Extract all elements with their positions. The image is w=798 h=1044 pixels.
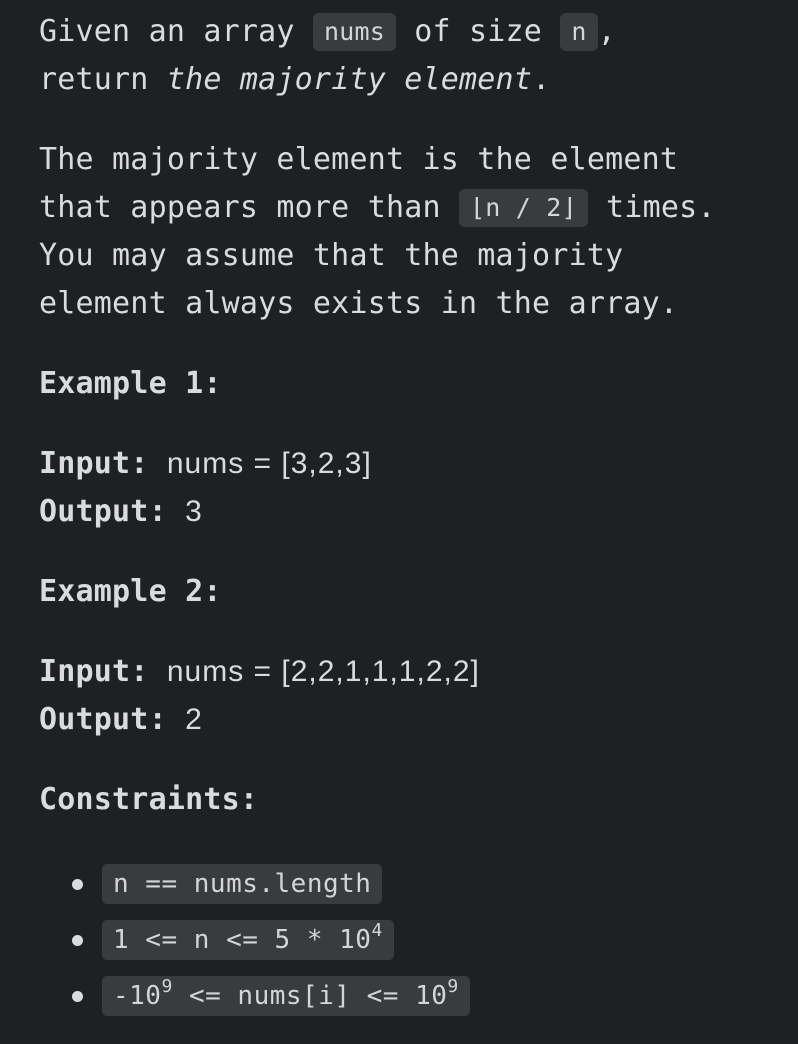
intro-text: return	[39, 62, 167, 97]
emphasis-text: the majority element	[166, 62, 533, 97]
constraint-text: <= nums[i] <= 10	[172, 981, 448, 1011]
constraints-heading: Constraints:	[39, 782, 259, 817]
input-label: Input:	[39, 446, 149, 481]
example-1-heading: Example 1:	[39, 366, 222, 401]
constraint-code: 1 <= n <= 5 * 104	[102, 920, 394, 960]
constraint-code: n == nums.length	[102, 864, 383, 904]
desc-line-3: You may assume that the majority	[39, 238, 624, 273]
constraint-text: -10	[113, 981, 162, 1011]
output-value: 3	[185, 495, 203, 528]
constraints-list: n == nums.length 1 <= n <= 5 * 104 -109 …	[62, 856, 470, 1024]
example-2-heading: Example 2:	[39, 574, 222, 609]
output-label: Output:	[39, 702, 167, 737]
superscript: 9	[447, 976, 459, 997]
example-1-block: Input: nums = [3,2,3] Output: 3	[39, 440, 372, 536]
inline-code-nums: nums	[312, 13, 396, 51]
list-item: n == nums.length	[62, 856, 470, 912]
intro-line-1: Given an array nums of size n,	[39, 8, 779, 56]
desc-line-2: that appears more than ⌊n / 2⌋ times.	[39, 184, 779, 232]
inline-code-n: n	[560, 13, 598, 51]
output-value: 2	[185, 703, 203, 736]
superscript: 9	[161, 976, 173, 997]
desc-text: times.	[587, 190, 716, 225]
bullet-icon	[72, 878, 83, 890]
list-item: -109 <= nums[i] <= 109	[62, 968, 470, 1024]
example-2-block: Input: nums = [2,2,1,1,1,2,2] Output: 2	[39, 648, 480, 744]
intro-text: of size	[395, 14, 561, 49]
input-value: nums = [3,2,3]	[166, 447, 372, 480]
intro-text: .	[532, 62, 551, 97]
example-1-input-row: Input: nums = [3,2,3]	[39, 440, 372, 488]
desc-line-4: element always exists in the array.	[39, 286, 679, 321]
constraint-text: 1 <= n <= 5 * 10	[113, 925, 372, 955]
output-label: Output:	[39, 494, 167, 529]
intro-paragraph: Given an array nums of size n, return th…	[39, 8, 779, 104]
constraint-code: -109 <= nums[i] <= 109	[102, 976, 470, 1016]
desc-text: that appears more than	[39, 190, 460, 225]
description-paragraph: The majority element is the element that…	[39, 136, 779, 328]
example-2-input-row: Input: nums = [2,2,1,1,1,2,2]	[39, 648, 480, 696]
input-label: Input:	[39, 654, 149, 689]
bullet-icon	[72, 990, 83, 1002]
desc-line-1: The majority element is the element	[39, 142, 679, 177]
list-item: 1 <= n <= 5 * 104	[62, 912, 470, 968]
example-2-output-row: Output: 2	[39, 696, 480, 744]
example-1-output-row: Output: 3	[39, 488, 372, 536]
intro-line-2: return the majority element.	[39, 56, 779, 104]
problem-description: Given an array nums of size n, return th…	[0, 0, 798, 1044]
intro-text: ,	[597, 14, 616, 49]
input-value: nums = [2,2,1,1,1,2,2]	[166, 655, 480, 688]
bullet-icon	[72, 934, 83, 946]
intro-text: Given an array	[39, 14, 313, 49]
inline-code-floor: ⌊n / 2⌋	[459, 189, 588, 227]
superscript: 4	[371, 920, 383, 941]
